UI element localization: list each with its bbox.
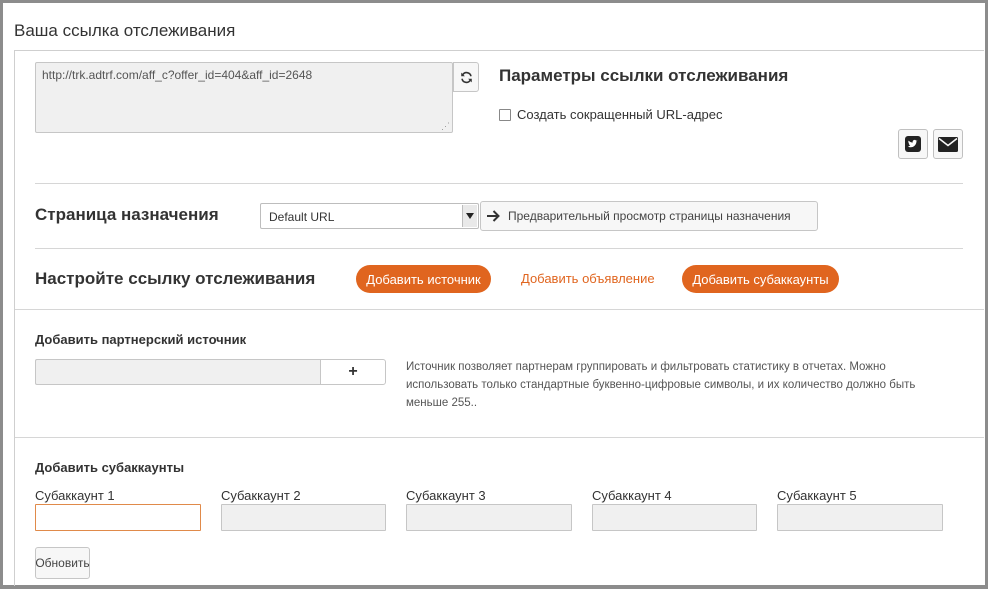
subaccount-4-label: Субаккаунт 4 — [592, 488, 672, 503]
add-subaccounts-button[interactable]: Добавить субаккаунты — [682, 265, 839, 293]
destination-title: Страница назначения — [35, 205, 219, 224]
twitter-share-button[interactable] — [898, 129, 928, 159]
refresh-icon — [460, 71, 472, 83]
subaccount-2-label: Субаккаунт 2 — [221, 488, 301, 503]
partner-source-help: Источник позволяет партнерам группироват… — [406, 358, 966, 412]
configure-title: Настройте ссылку отслеживания — [35, 269, 316, 288]
subaccount-1-input[interactable] — [35, 504, 201, 531]
arrow-right-icon — [487, 210, 500, 222]
shorten-url-label: Создать сокращенный URL-адрес — [517, 107, 723, 122]
divider — [15, 437, 984, 438]
shorten-url-option[interactable]: Создать сокращенный URL-адрес — [499, 107, 723, 122]
subaccount-5-label: Субаккаунт 5 — [777, 488, 857, 503]
email-share-button[interactable] — [933, 129, 963, 159]
page-title: Ваша ссылка отслеживания — [14, 21, 236, 40]
tracking-link-textarea[interactable]: http://trk.adtrf.com/aff_c?offer_id=404&… — [35, 62, 453, 133]
twitter-icon — [905, 136, 921, 152]
add-partner-source-button[interactable]: + — [320, 359, 386, 385]
subaccount-5-input[interactable] — [777, 504, 943, 531]
tracking-link-text: http://trk.adtrf.com/aff_c?offer_id=404&… — [42, 68, 313, 82]
refresh-button[interactable] — [453, 62, 479, 92]
subaccount-4-input[interactable] — [592, 504, 757, 531]
preview-destination-label: Предварительный просмотр страницы назнач… — [508, 209, 791, 223]
destination-select-value: Default URL — [269, 210, 335, 224]
shorten-url-checkbox[interactable] — [499, 108, 511, 121]
subaccount-2-input[interactable] — [221, 504, 386, 531]
subaccount-1-label: Субаккаунт 1 — [35, 488, 115, 503]
divider — [15, 309, 984, 310]
help-text-line: Источник позволяет партнерам группироват… — [406, 361, 886, 373]
help-text-line: использовать только стандартные буквенно… — [406, 379, 916, 391]
resize-handle-icon[interactable]: ⋰ — [441, 122, 450, 131]
add-ad-button[interactable]: Добавить объявление — [521, 271, 655, 286]
partner-source-input[interactable] — [35, 359, 320, 385]
params-title: Параметры ссылки отслеживания — [499, 66, 789, 85]
chevron-down-icon[interactable] — [462, 205, 477, 227]
update-button[interactable]: Обновить — [35, 547, 90, 579]
divider — [35, 248, 963, 249]
subaccount-3-input[interactable] — [406, 504, 572, 531]
partner-source-title: Добавить партнерский источник — [35, 332, 247, 347]
destination-select[interactable]: Default URL — [260, 203, 479, 229]
help-text-line: меньше 255.. — [406, 397, 478, 409]
subaccount-3-label: Субаккаунт 3 — [406, 488, 486, 503]
subaccounts-title: Добавить субаккаунты — [35, 460, 185, 475]
add-source-button[interactable]: Добавить источник — [356, 265, 491, 293]
envelope-icon — [938, 136, 958, 152]
divider — [35, 183, 963, 184]
preview-destination-button[interactable]: Предварительный просмотр страницы назнач… — [480, 201, 818, 231]
